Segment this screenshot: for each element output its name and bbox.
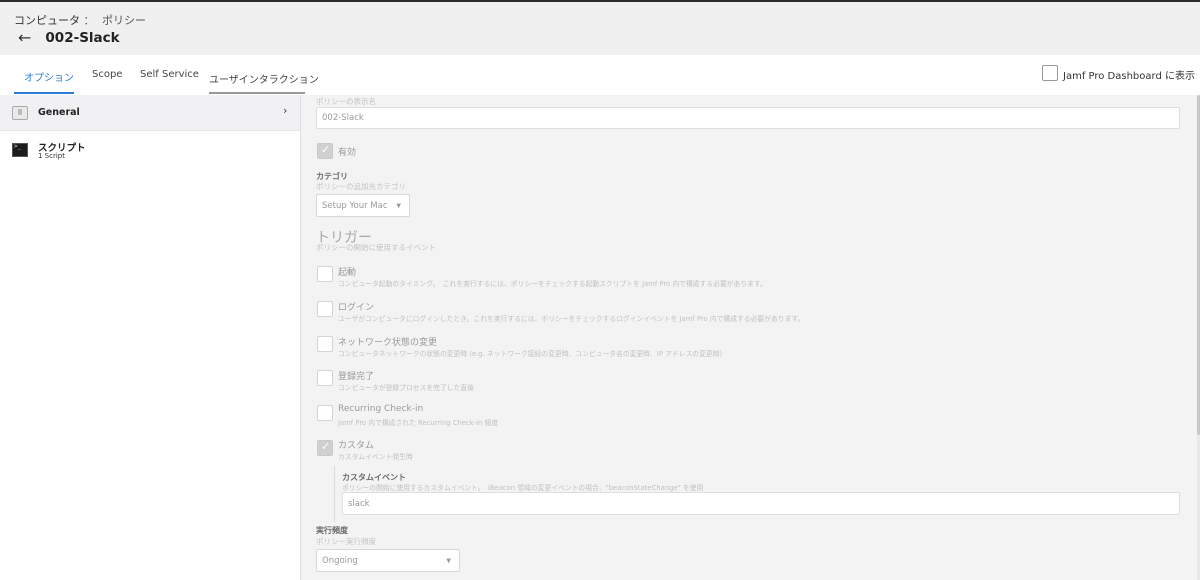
category-select[interactable]: Setup Your Mac ▼	[316, 194, 410, 217]
custom-event-description: ポリシーの開始に使用するカスタムイベント。 iBeacon 領域の変更イベントの…	[342, 484, 704, 492]
page-title: 002-Slack	[45, 29, 120, 46]
enabled-label: 有効	[338, 148, 357, 158]
trigger-recurring-checkin-desc: Jamf Pro 内で構成された Recurring Check-in 頻度	[338, 419, 499, 427]
terminal-icon	[12, 143, 28, 157]
chevron-down-icon: ▼	[446, 557, 451, 564]
enabled-checkbox[interactable]	[317, 143, 333, 159]
dashboard-checkbox-label[interactable]: Jamf Pro Dashboard に表示	[1063, 67, 1195, 82]
trigger-enrollment-desc: コンピュータが登録プロセスを完了した直後	[338, 384, 474, 392]
trigger-login-checkbox[interactable]	[317, 301, 333, 317]
tab-bar: オプション Scope Self Service ユーザインタラクション Jam…	[0, 55, 1200, 95]
trigger-custom-desc: カスタムイベント発生時	[338, 453, 413, 461]
dashboard-checkbox[interactable]	[1042, 65, 1058, 81]
tab-underline-user-interaction	[209, 92, 305, 94]
display-name-label: ポリシーの表示名	[316, 97, 376, 106]
breadcrumb-separator: ：	[83, 14, 95, 27]
trigger-startup-checkbox[interactable]	[317, 266, 333, 282]
trigger-recurring-checkin-title: Recurring Check-in	[338, 404, 424, 414]
frequency-description: ポリシー実行頻度	[316, 537, 376, 546]
category-description: ポリシーの追加先カテゴリ	[316, 182, 406, 191]
trigger-network-change-title: ネットワーク状態の変更	[338, 338, 438, 348]
category-select-value: Setup Your Mac	[322, 200, 388, 211]
tab-self-service[interactable]: Self Service	[140, 69, 199, 80]
sidebar-item-label: General	[38, 107, 80, 118]
sidebar-item-general[interactable]: General ›	[0, 95, 300, 131]
trigger-custom-title: カスタム	[338, 441, 375, 451]
trigger-recurring-checkin-checkbox[interactable]	[317, 405, 333, 421]
tab-user-interaction[interactable]: ユーザインタラクション	[209, 71, 319, 86]
trigger-network-change-checkbox[interactable]	[317, 336, 333, 352]
general-icon	[12, 106, 28, 120]
trigger-description: ポリシーの開始に使用するイベント	[316, 243, 436, 252]
frequency-title: 実行頻度	[316, 526, 348, 535]
trigger-login-desc: ユーザがコンピュータにログインしたとき。これを実行するには、ポリシーをチェックす…	[338, 315, 805, 323]
trigger-startup-desc: コンピュータ起動のタイミング。 これを実行するには、ポリシーをチェックする起動ス…	[338, 280, 767, 288]
trigger-enrollment-checkbox[interactable]	[317, 370, 333, 386]
custom-event-indent-line	[334, 466, 335, 522]
page-header: コンピュータ ： ポリシー ← 002-Slack	[0, 0, 1200, 55]
tab-scope[interactable]: Scope	[92, 69, 122, 80]
sidebar: General › スクリプト 1 Script	[0, 95, 301, 580]
trigger-startup-title: 起動	[338, 268, 357, 278]
chevron-right-icon: ›	[283, 104, 288, 117]
sidebar-item-sublabel: 1 Script	[38, 152, 65, 160]
frequency-select[interactable]: Ongoing ▼	[316, 549, 460, 572]
trigger-network-change-desc: コンピュータネットワークの状態の変更時 (e.g. ネットワーク接続の変更時、コ…	[338, 350, 723, 358]
breadcrumb-computers[interactable]: コンピュータ	[14, 14, 80, 27]
tab-options[interactable]: オプション	[24, 69, 74, 84]
trigger-enrollment-title: 登録完了	[338, 372, 375, 382]
breadcrumb-policies[interactable]: ポリシー	[102, 14, 146, 27]
trigger-custom-checkbox[interactable]	[317, 440, 333, 456]
display-name-input[interactable]: 002-Slack	[316, 107, 1180, 129]
breadcrumb: コンピュータ ： ポリシー	[14, 12, 146, 28]
custom-event-input[interactable]: slack	[342, 492, 1180, 515]
frequency-select-value: Ongoing	[322, 555, 358, 566]
back-arrow-icon[interactable]: ←	[18, 28, 31, 47]
sidebar-item-scripts[interactable]: スクリプト 1 Script	[0, 131, 300, 171]
trigger-login-title: ログイン	[338, 303, 375, 313]
active-tab-indicator	[14, 92, 74, 94]
chevron-down-icon: ▼	[396, 202, 401, 209]
